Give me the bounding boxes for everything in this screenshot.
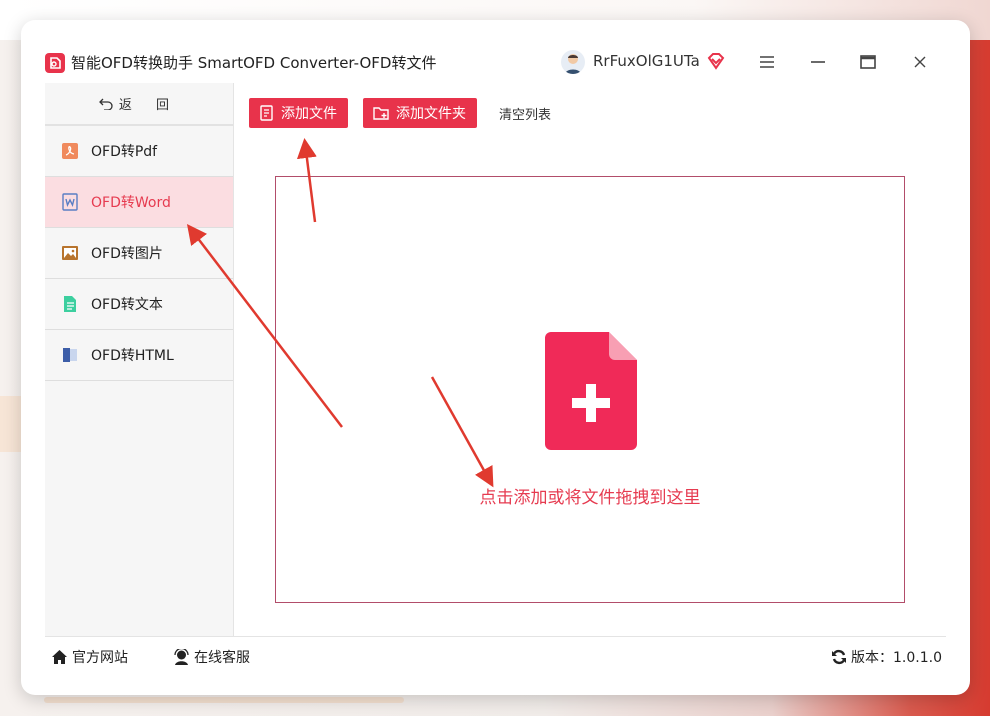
username[interactable]: RrFuxOlG1UTa (593, 52, 700, 70)
back-arrow-icon (99, 98, 113, 110)
menu-icon[interactable] (752, 48, 782, 76)
version-label: 版本：1.0.1.0 (851, 650, 942, 666)
back-button[interactable]: 返 回 (45, 83, 233, 126)
sidebar-item-label: OFD转Pdf (91, 144, 158, 160)
version-info: 版本：1.0.1.0 (831, 647, 942, 667)
sidebar: 返 回 OFD转Pdf OFD转Word OFD转图片 OFD转文本 OFD转H… (45, 83, 234, 636)
sidebar-item-label: OFD转文本 (91, 297, 163, 313)
add-file-label: 添加文件 (281, 106, 337, 122)
add-folder-button[interactable]: 添加文件夹 (363, 98, 477, 128)
sidebar-item-label: OFD转Word (91, 195, 171, 211)
user-avatar[interactable] (561, 50, 585, 74)
window-title: 智能OFD转换助手 SmartOFD Converter-OFD转文件 (71, 54, 437, 72)
maximize-icon[interactable] (853, 48, 883, 76)
official-website-link[interactable]: 官方网站 (51, 647, 128, 667)
pdf-icon (62, 143, 78, 159)
customer-service-icon (174, 649, 189, 665)
file-drop-zone[interactable]: 点击添加或将文件拖拽到这里 (275, 176, 905, 603)
clear-list-button[interactable]: 清空列表 (499, 104, 551, 123)
add-folder-icon (373, 107, 389, 120)
sidebar-item-ofd-to-word[interactable]: OFD转Word (45, 177, 233, 228)
drop-hint-text: 点击添加或将文件拖拽到这里 (479, 488, 701, 508)
title-bar: 智能OFD转换助手 SmartOFD Converter-OFD转文件 RrFu… (21, 20, 970, 83)
close-icon[interactable] (905, 48, 935, 76)
text-icon (64, 296, 76, 312)
add-file-icon (260, 105, 273, 121)
word-icon (62, 193, 78, 211)
sidebar-item-label: OFD转HTML (91, 348, 174, 364)
image-icon (62, 246, 78, 260)
refresh-icon (832, 649, 847, 665)
official-website-label: 官方网站 (72, 650, 128, 666)
online-service-link[interactable]: 在线客服 (173, 647, 250, 667)
online-service-label: 在线客服 (194, 650, 250, 666)
sidebar-item-ofd-to-pdf[interactable]: OFD转Pdf (45, 126, 233, 177)
html-icon (63, 348, 77, 362)
back-label: 返 回 (118, 98, 180, 113)
vip-diamond-icon[interactable] (707, 52, 725, 70)
footer-bar: 官方网站 在线客服 版本：1.0.1.0 (45, 636, 946, 677)
home-icon (52, 650, 67, 664)
add-file-button[interactable]: 添加文件 (249, 98, 348, 128)
sidebar-item-label: OFD转图片 (91, 246, 163, 262)
sidebar-item-ofd-to-text[interactable]: OFD转文本 (45, 279, 233, 330)
add-folder-label: 添加文件夹 (396, 106, 466, 122)
app-window: 智能OFD转换助手 SmartOFD Converter-OFD转文件 RrFu… (21, 20, 970, 695)
sidebar-item-ofd-to-image[interactable]: OFD转图片 (45, 228, 233, 279)
sidebar-item-ofd-to-html[interactable]: OFD转HTML (45, 330, 233, 381)
minimize-icon[interactable] (803, 48, 833, 76)
app-logo-icon (45, 53, 65, 73)
add-document-icon (545, 332, 637, 450)
desktop-background-strip (44, 697, 404, 703)
